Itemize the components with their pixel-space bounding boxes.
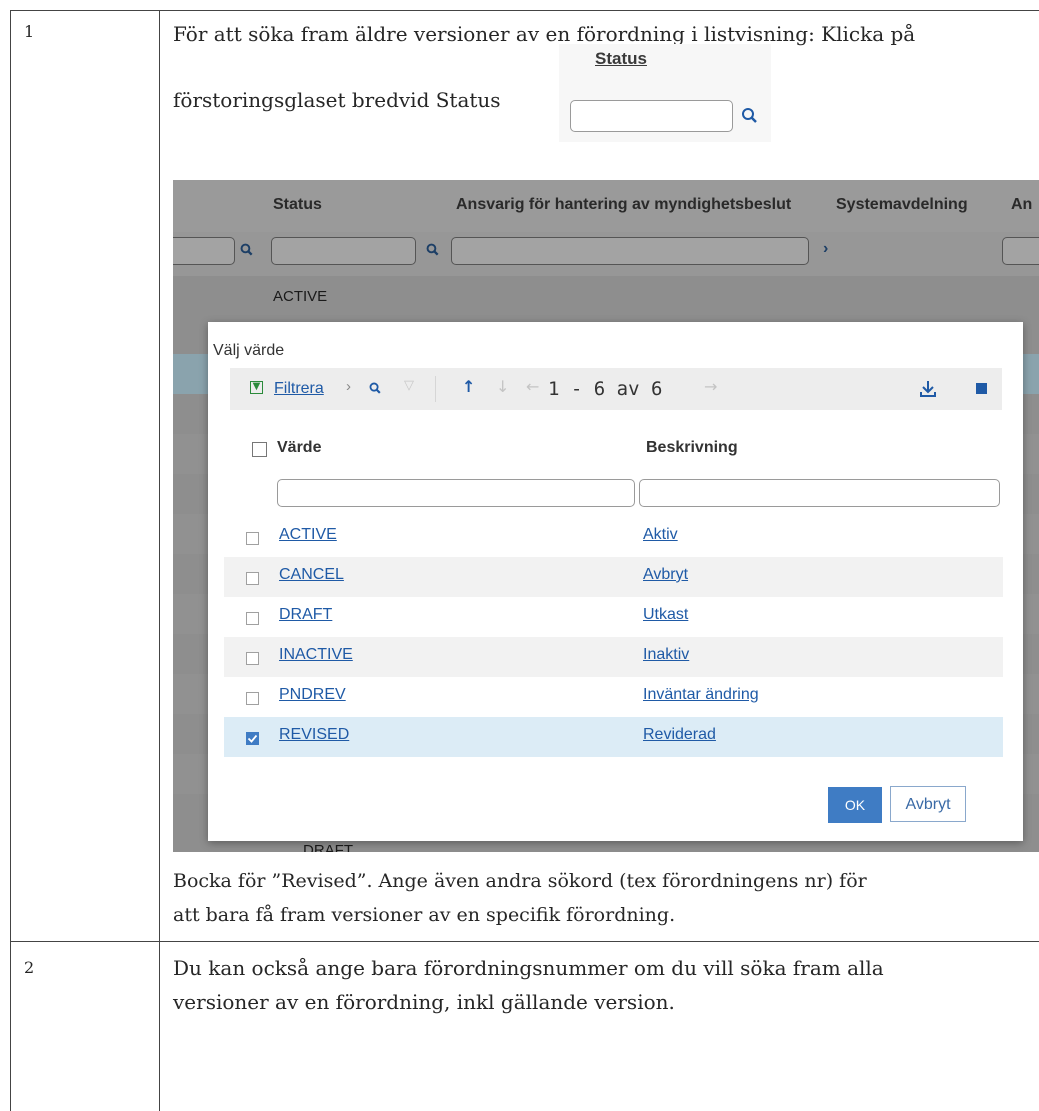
clear-filter-icon[interactable]: ▽ [404,378,414,393]
value-link[interactable]: DRAFT [279,606,332,624]
search-icon[interactable] [369,382,382,395]
value-link[interactable]: PNDREV [279,686,346,704]
search-icon[interactable] [426,243,440,257]
row-number-1: 1 [24,22,35,41]
description-link[interactable]: Utkast [643,606,688,624]
value-link[interactable]: INACTIVE [279,646,353,664]
value-filter-input[interactable] [277,479,635,507]
pager-text: 1 - 6 av 6 [548,378,663,400]
search-icon[interactable] [741,107,759,125]
search-icon[interactable] [240,243,254,257]
bg-row-status: ACTIVE [273,288,328,305]
table-border-top [10,10,1039,11]
status-filter-snippet: Status [559,44,771,142]
list-item[interactable]: PNDREV Inväntar ändring [224,677,1003,717]
description-link[interactable]: Inaktiv [643,646,689,664]
description-link[interactable]: Inväntar ändring [643,686,759,704]
dialog-toolbar: ▼ Filtrera › ▽ ↑ ↓ ← 1 - 6 av 6 → [230,368,1002,410]
description-link[interactable]: Aktiv [643,526,678,544]
row2-text-line1: Du kan också ange bara förordningsnummer… [173,956,884,980]
ansvarig-column-header[interactable]: Ansvarig för hantering av myndighetsbesl… [456,196,791,214]
status-column-label[interactable]: Status [595,49,647,69]
filter-link[interactable]: Filtrera [274,380,324,398]
description-link[interactable]: Reviderad [643,726,716,744]
arrow-left-icon[interactable]: ← [526,377,539,396]
select-all-checkbox[interactable] [252,442,267,457]
value-link[interactable]: CANCEL [279,566,344,584]
row-checkbox-checked[interactable] [246,732,259,745]
value-column-header[interactable]: Värde [277,439,321,457]
list-item[interactable]: ACTIVE Aktiv [224,517,1003,557]
arrow-up-icon[interactable]: ↑ [462,377,475,396]
row-checkbox[interactable] [246,572,259,585]
filter-icon[interactable]: ▼ [250,381,263,394]
checkmark-icon [247,734,258,743]
ansvarig-filter-input[interactable] [451,237,809,265]
maximize-icon[interactable] [976,383,987,394]
truncated-column-header[interactable]: An [1011,196,1032,214]
table-row-divider [10,941,1039,942]
dialog-title: Välj värde [213,342,285,359]
row-checkbox[interactable] [246,612,259,625]
ok-button[interactable]: OK [828,787,882,823]
row1-instruction-line2: förstoringsglaset bredvid Status [173,88,501,112]
chevron-right-icon[interactable]: › [346,378,351,395]
row-checkbox[interactable] [246,532,259,545]
row1-outro-line2: att bara få fram versioner av en specifi… [173,904,676,926]
truncated-filter-input[interactable] [1002,237,1039,265]
row1-instruction-line1: För att söka fram äldre versioner av en … [173,22,916,46]
list-item[interactable]: INACTIVE Inaktiv [224,637,1003,677]
list-item[interactable]: DRAFT Utkast [224,597,1003,637]
status-column-header[interactable]: Status [273,196,322,214]
description-column-header[interactable]: Beskrivning [646,439,738,457]
bg-bottom-row-status: DRAFT [303,842,353,852]
chevron-right-icon[interactable]: › [823,240,828,258]
table-border-left [10,10,11,1111]
row-checkbox[interactable] [246,692,259,705]
download-icon[interactable] [919,380,937,398]
row-checkbox[interactable] [246,652,259,665]
row-number-2: 2 [24,958,35,977]
arrow-down-icon[interactable]: ↓ [496,377,509,396]
value-link[interactable]: REVISED [279,726,349,744]
list-item-selected[interactable]: REVISED Reviderad [224,717,1003,757]
list-item[interactable]: CANCEL Avbryt [224,557,1003,597]
table-column-divider [159,10,160,1111]
systemavdelning-column-header[interactable]: Systemavdelning [836,196,968,214]
description-filter-input[interactable] [639,479,1000,507]
arrow-right-icon[interactable]: → [704,377,717,396]
previous-column-filter-input[interactable] [173,237,235,265]
row1-outro-line1: Bocka för ”Revised”. Ange även andra sök… [173,870,867,892]
cancel-button[interactable]: Avbryt [890,786,966,822]
status-filter-input[interactable] [570,100,733,132]
value-link[interactable]: ACTIVE [279,526,337,544]
description-link[interactable]: Avbryt [643,566,688,584]
status-filter-input-bg[interactable] [271,237,416,265]
divider [435,376,436,402]
row2-text-line2: versioner av en förordning, inkl gälland… [173,990,675,1014]
